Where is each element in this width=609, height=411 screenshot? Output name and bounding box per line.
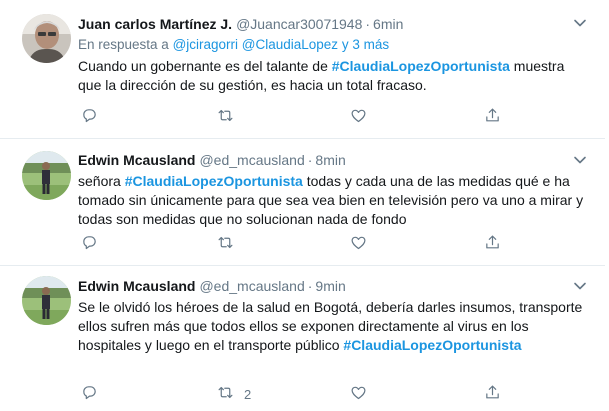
- tweet[interactable]: Edwin Mcausland @ed_mcausland · 8min señora…: [0, 139, 605, 266]
- author-name[interactable]: Edwin Mcausland: [78, 278, 195, 294]
- retweet-button[interactable]: 2: [217, 384, 251, 404]
- share-icon: [484, 107, 501, 127]
- reply-more[interactable]: y 3 más: [342, 37, 389, 52]
- tweet-content: Edwin Mcausland @ed_mcausland · 9min Se le …: [78, 276, 587, 355]
- tweet-actions: 2: [78, 384, 508, 404]
- share-button[interactable]: [484, 384, 501, 404]
- like-button[interactable]: [350, 234, 377, 254]
- author-handle[interactable]: @Juancar30071948: [236, 16, 362, 32]
- tweet-header: Juan carlos Martínez J. @Juancar30071948 ·…: [78, 14, 587, 34]
- timestamp[interactable]: 9min: [315, 278, 345, 294]
- text-before: Cuando un gobernante es del talante de: [78, 58, 332, 74]
- reply-prefix: En respuesta a: [78, 37, 169, 52]
- tweet-header: Edwin Mcausland @ed_mcausland · 8min: [78, 150, 587, 170]
- reply-button[interactable]: [81, 384, 108, 404]
- tweet-text: Cuando un gobernante es del talante de #…: [78, 57, 587, 95]
- avatar[interactable]: [22, 276, 71, 325]
- retweet-button[interactable]: [217, 107, 244, 127]
- share-button[interactable]: [484, 234, 501, 254]
- author-name[interactable]: Juan carlos Martínez J.: [78, 16, 232, 32]
- retweet-icon: [217, 234, 234, 254]
- retweet-button[interactable]: [217, 234, 244, 254]
- tweet-text: Se le olvidó los héroes de la salud en B…: [78, 298, 587, 355]
- tweet-text: señora #ClaudiaLopezOportunista todas y …: [78, 172, 587, 229]
- hashtag[interactable]: #ClaudiaLopezOportunista: [343, 337, 521, 353]
- chevron-down-icon[interactable]: [573, 16, 587, 30]
- like-icon: [350, 384, 367, 404]
- share-icon: [484, 234, 501, 254]
- reply-button[interactable]: [81, 107, 108, 127]
- tweet-actions: [78, 107, 508, 127]
- tweet-header: Edwin Mcausland @ed_mcausland · 9min: [78, 276, 587, 296]
- reply-context: En respuesta a @jciragorri @ClaudiaLopez…: [78, 35, 587, 55]
- retweet-count: 2: [244, 386, 252, 402]
- hashtag[interactable]: #ClaudiaLopezOportunista: [332, 58, 510, 74]
- reply-icon: [81, 107, 98, 127]
- like-icon: [350, 234, 367, 254]
- text-before: señora: [78, 173, 125, 189]
- separator: ·: [307, 278, 313, 294]
- tweet[interactable]: Juan carlos Martínez J. @Juancar30071948 ·…: [0, 0, 605, 139]
- tweet-content: Juan carlos Martínez J. @Juancar30071948 ·…: [78, 14, 587, 95]
- share-icon: [484, 384, 501, 404]
- retweet-icon: [217, 384, 234, 404]
- timestamp[interactable]: 8min: [315, 152, 345, 168]
- like-icon: [350, 107, 367, 127]
- tweet-content: Edwin Mcausland @ed_mcausland · 8min señora…: [78, 150, 587, 229]
- reply-mentions[interactable]: @jciragorri @ClaudiaLopez: [173, 37, 338, 52]
- separator: ·: [307, 152, 313, 168]
- avatar[interactable]: [22, 151, 71, 200]
- like-button[interactable]: [350, 384, 377, 404]
- share-button[interactable]: [484, 107, 501, 127]
- reply-button[interactable]: [81, 234, 108, 254]
- chevron-down-icon[interactable]: [573, 153, 587, 167]
- tweet-actions: [78, 234, 508, 254]
- author-handle[interactable]: @ed_mcausland: [199, 152, 304, 168]
- author-handle[interactable]: @ed_mcausland: [199, 278, 304, 294]
- author-name[interactable]: Edwin Mcausland: [78, 152, 195, 168]
- separator: ·: [365, 16, 371, 32]
- avatar[interactable]: [22, 14, 71, 63]
- chevron-down-icon[interactable]: [573, 279, 587, 293]
- retweet-icon: [217, 107, 234, 127]
- reply-icon: [81, 384, 98, 404]
- tweet-feed: Juan carlos Martínez J. @Juancar30071948 ·…: [0, 0, 609, 411]
- hashtag[interactable]: #ClaudiaLopezOportunista: [125, 173, 303, 189]
- timestamp[interactable]: 6min: [373, 16, 403, 32]
- reply-icon: [81, 234, 98, 254]
- like-button[interactable]: [350, 107, 377, 127]
- tweet[interactable]: Edwin Mcausland @ed_mcausland · 9min Se le …: [0, 266, 605, 411]
